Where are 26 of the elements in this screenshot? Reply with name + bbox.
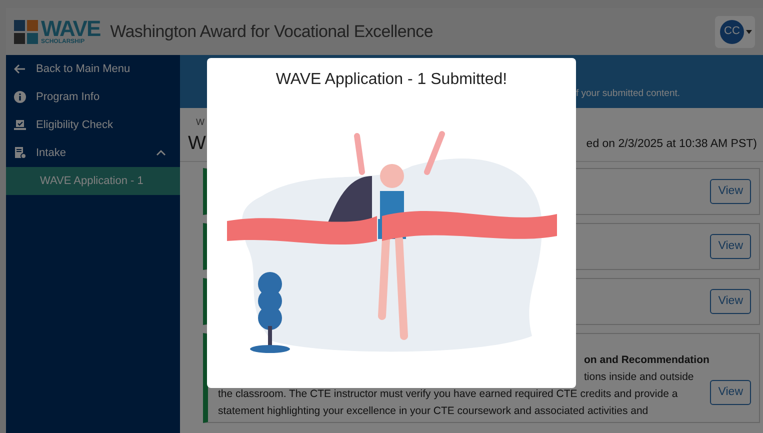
user-menu-button[interactable]: CC	[715, 16, 755, 48]
arrow-icon	[14, 63, 26, 75]
info-icon	[14, 91, 26, 103]
submitted-note: ed on 2/3/2025 at 10:38 AM PST)	[586, 136, 757, 152]
sidebar-item[interactable]: Back to Main Menu	[6, 55, 180, 83]
laptop-check-icon	[14, 119, 26, 131]
view-button[interactable]: View	[710, 178, 751, 204]
modal-title: WAVE Application - 1 Submitted!	[276, 70, 508, 90]
caret-icon	[746, 30, 752, 34]
section-text: the classroom. The CTE instructor must verify you have earned required CTE credits and provide a	[217, 387, 678, 402]
section-text: statement highlighting your excellence in your CTE coursework and associated activities and	[217, 404, 648, 419]
app-title: Washington Award for Vocational Excellence	[110, 20, 434, 43]
section-text: tions inside and outside	[583, 370, 694, 385]
logo-icon	[14, 20, 38, 44]
form-icon	[14, 147, 26, 159]
view-button[interactable]: View	[710, 234, 751, 260]
logo-text: WAVE	[41, 18, 100, 38]
breadcrumb-text: W	[195, 116, 206, 128]
view-button[interactable]: View	[710, 380, 751, 406]
sidebar-item[interactable]: Eligibility Check	[6, 111, 180, 139]
sidebar-item[interactable]: Intake	[6, 139, 180, 167]
section-title: on and Recommendation	[583, 353, 710, 368]
sidebar-item[interactable]: Program Info	[6, 83, 180, 111]
page-heading: W	[188, 132, 206, 156]
sidebar-item[interactable]: WAVE Application - 1	[6, 167, 180, 195]
view-button[interactable]: View	[710, 288, 751, 314]
